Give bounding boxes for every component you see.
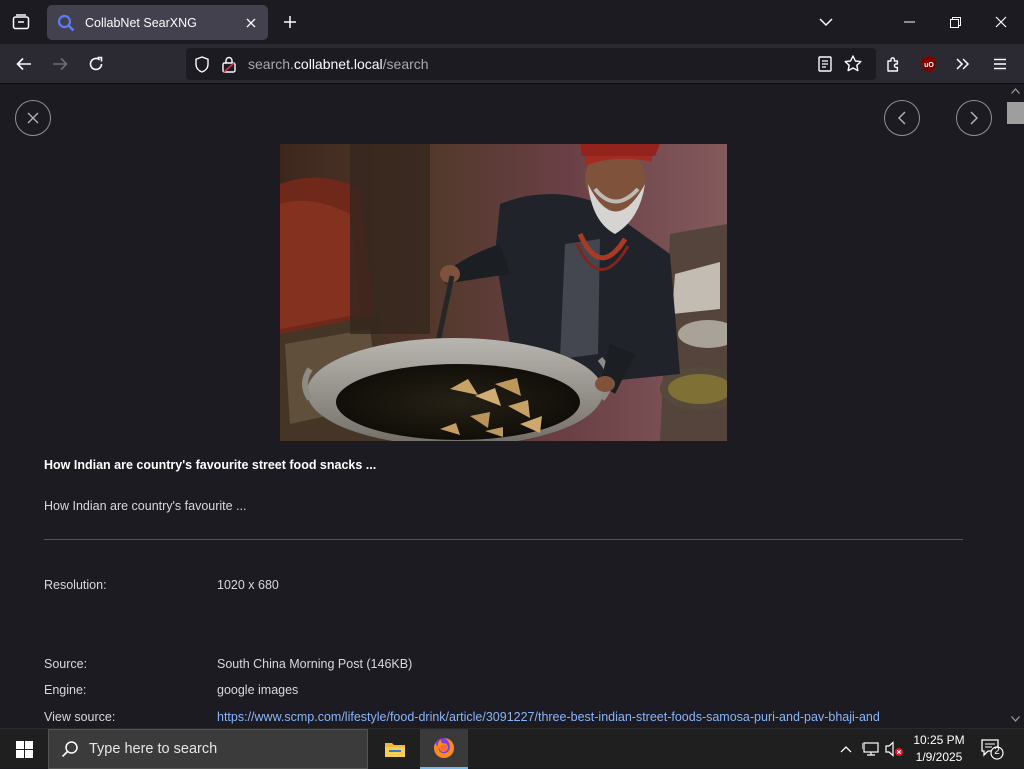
extensions-button[interactable] [877, 48, 909, 80]
close-icon [246, 18, 256, 27]
reload-icon [89, 56, 103, 71]
url-text: search.collabnet.local/search [248, 56, 429, 72]
ublock-origin-icon: uO [922, 56, 936, 72]
firefox-icon [434, 738, 454, 758]
volume-muted-icon [885, 741, 903, 757]
source-value: South China Morning Post (146KB) [217, 657, 413, 671]
divider [44, 539, 963, 540]
firefox-taskbar-button[interactable] [420, 729, 468, 769]
volume-button[interactable] [885, 739, 905, 759]
restore-button[interactable] [932, 0, 978, 44]
app-menu-button[interactable] [984, 48, 1016, 80]
tab-strip: CollabNet SearXNG [0, 0, 1024, 44]
new-tab-button[interactable] [278, 10, 302, 34]
taskbar-search-placeholder: Type here to search [89, 741, 218, 757]
engine-label: Engine: [44, 683, 87, 697]
street-food-vendor-photo [280, 144, 727, 441]
previous-image-button[interactable] [884, 100, 920, 136]
forward-button[interactable] [44, 48, 76, 80]
chevron-left-icon [898, 111, 906, 125]
tab-overview-button[interactable] [8, 8, 34, 36]
view-source-link[interactable]: https://www.scmp.com/lifestyle/food-drin… [217, 710, 880, 724]
url-bar[interactable]: search.collabnet.local/search [186, 48, 876, 80]
url-path: /search [382, 56, 429, 72]
next-image-button[interactable] [956, 100, 992, 136]
tab-overview-icon [12, 14, 30, 30]
restore-icon [949, 16, 961, 28]
search-icon [61, 741, 78, 758]
chevron-double-right-icon [956, 58, 970, 70]
taskbar-search-box[interactable]: Type here to search [48, 729, 368, 769]
hamburger-menu-icon [994, 58, 1006, 70]
reload-button[interactable] [80, 48, 112, 80]
shield-icon[interactable] [194, 56, 210, 73]
back-button[interactable] [8, 48, 40, 80]
notification-count: 2 [994, 746, 1000, 757]
source-label: Source: [44, 657, 88, 671]
close-icon [27, 112, 39, 124]
chevron-down-icon [819, 17, 833, 26]
reader-view-icon[interactable] [818, 56, 832, 72]
svg-text:uO: uO [924, 62, 934, 69]
taskbar-clock[interactable]: 10:25 PM 1/9/2025 [906, 732, 972, 766]
network-button[interactable] [861, 739, 881, 759]
minimize-button[interactable] [886, 0, 932, 44]
network-icon [862, 742, 879, 756]
lock-warning-icon[interactable] [222, 56, 236, 73]
close-preview-button[interactable] [15, 100, 51, 136]
tab-title: CollabNet SearXNG [85, 15, 197, 30]
page-content: How Indian are country's favourite stree… [0, 84, 1024, 728]
chevron-right-icon [970, 111, 978, 125]
scroll-up-arrow-icon[interactable] [1011, 88, 1020, 94]
arrow-left-icon [16, 57, 31, 71]
engine-value: google images [217, 683, 299, 697]
window-close-button[interactable] [978, 0, 1024, 44]
bookmark-star-icon[interactable] [844, 55, 862, 72]
close-icon [995, 16, 1007, 28]
start-button[interactable] [0, 729, 48, 769]
resolution-value: 1020 x 680 [217, 578, 279, 592]
ublock-origin-button[interactable]: uO [913, 48, 945, 80]
view-source-label: View source: [44, 710, 116, 724]
scroll-down-arrow-icon[interactable] [1011, 716, 1020, 722]
arrow-right-icon [53, 57, 68, 71]
result-image[interactable] [280, 144, 727, 441]
show-hidden-icons-button[interactable] [836, 739, 856, 759]
result-title[interactable]: How Indian are country's favourite stree… [44, 458, 376, 472]
windows-logo-icon [15, 740, 33, 758]
minimize-icon [903, 21, 915, 23]
notification-icon [981, 739, 1004, 760]
folder-icon [385, 743, 405, 757]
page-scrollbar[interactable] [1007, 84, 1024, 728]
clock-date: 1/9/2025 [915, 750, 963, 764]
puzzle-icon [886, 56, 898, 72]
file-explorer-button[interactable] [371, 729, 419, 769]
url-prefix: search. [248, 56, 294, 72]
tab-searxng[interactable]: CollabNet SearXNG [47, 5, 268, 40]
list-all-tabs-button[interactable] [814, 10, 838, 34]
url-host: collabnet.local [293, 56, 383, 72]
searxng-favicon-icon [57, 14, 75, 31]
result-snippet: How Indian are country's favourite ... [44, 499, 247, 513]
plus-icon [284, 16, 296, 28]
navigation-toolbar: search.collabnet.local/search uO [0, 44, 1024, 84]
more-tools-button[interactable] [947, 48, 979, 80]
windows-taskbar: Type here to search 10:25 PM 1/9/2025 2 [0, 728, 1024, 769]
chevron-up-icon [840, 746, 852, 753]
clock-time: 10:25 PM [913, 733, 965, 747]
scrollbar-thumb[interactable] [1007, 102, 1024, 124]
resolution-label: Resolution: [44, 578, 107, 592]
tab-close-button[interactable] [240, 12, 262, 34]
action-center-button[interactable]: 2 [978, 737, 1006, 761]
